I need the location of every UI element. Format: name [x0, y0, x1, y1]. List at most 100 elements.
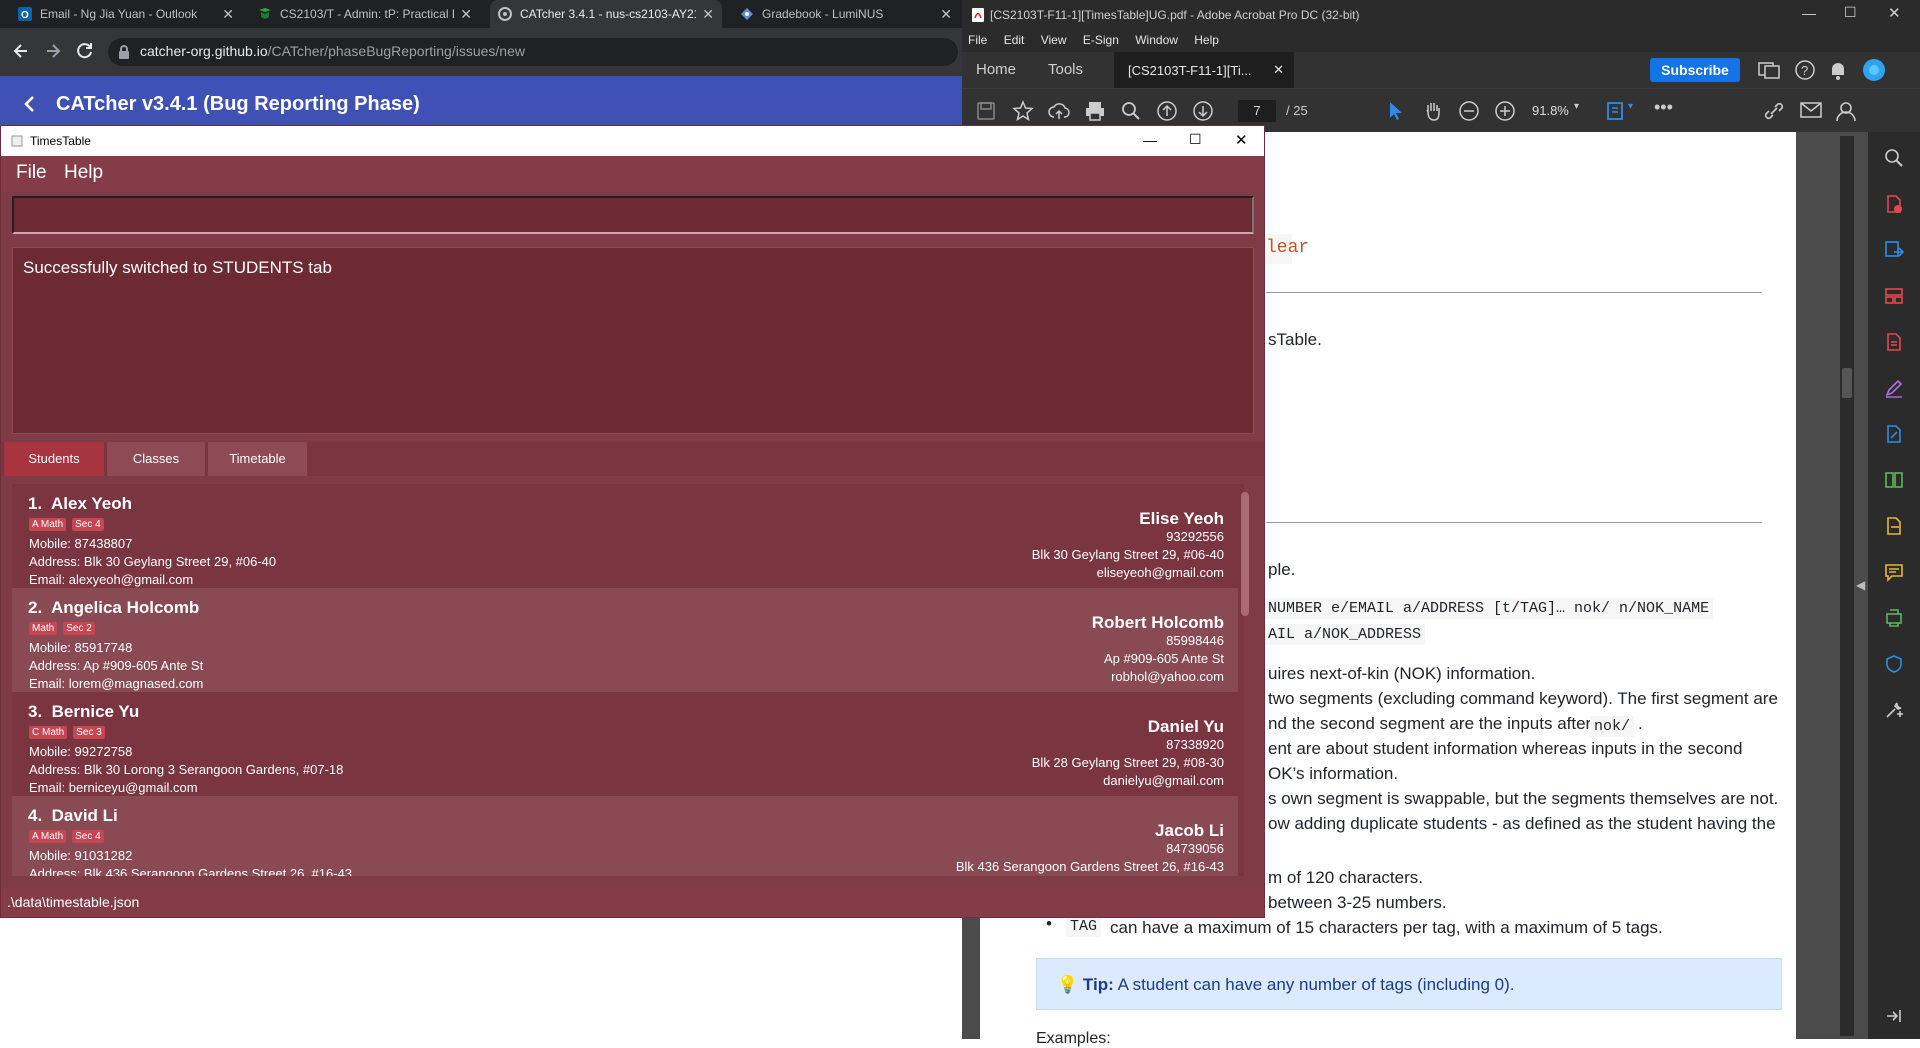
student-mobile: Mobile: 91031282	[29, 848, 133, 863]
request-signature-icon[interactable]	[1884, 424, 1904, 444]
export-pdf-icon[interactable]	[1884, 240, 1904, 260]
nok-address: Blk 28 Geylang Street 29, #08-30	[1031, 755, 1224, 770]
tab-classes[interactable]: Classes	[107, 442, 205, 476]
student-card[interactable]: 1. Alex Yeoh A Math Sec 4 Mobile: 8743880…	[12, 484, 1238, 588]
print-icon[interactable]	[1084, 100, 1106, 122]
more-options-icon[interactable]: •••	[1654, 97, 1673, 118]
zoom-in-icon[interactable]	[1494, 100, 1516, 122]
create-pdf-icon[interactable]	[1884, 194, 1904, 214]
maximize-icon[interactable]: ☐	[1189, 131, 1202, 148]
upload-cloud-icon[interactable]	[1048, 100, 1070, 122]
reload-icon[interactable]	[74, 40, 96, 62]
forward-arrow-icon[interactable]	[42, 40, 64, 62]
inline-code: nok/	[1590, 716, 1635, 737]
avatar-icon[interactable]	[1862, 58, 1886, 82]
luminus-icon	[741, 8, 753, 20]
student-list-scrollbar[interactable]	[1241, 492, 1249, 616]
back-chevron-icon[interactable]	[20, 94, 40, 114]
student-card[interactable]: 3. Bernice Yu C Math Sec 3 Mobile: 992727…	[12, 692, 1238, 796]
browser-tab-admin[interactable]: CS2103/T - Admin: tP: Practical E ✕	[250, 0, 480, 28]
scan-ocr-icon[interactable]	[1884, 516, 1904, 536]
compare-files-icon[interactable]	[1884, 470, 1904, 490]
menu-window[interactable]: Window	[1135, 33, 1178, 47]
select-cursor-icon[interactable]	[1386, 100, 1406, 122]
lock-icon[interactable]	[118, 45, 130, 59]
student-list[interactable]: 1. Alex Yeoh A Math Sec 4 Mobile: 8743880…	[12, 484, 1244, 876]
app-icon	[11, 135, 23, 147]
close-icon[interactable]: ✕	[1235, 131, 1248, 149]
nok-address: Ap #909-605 Ante St	[1104, 651, 1224, 666]
minimize-icon[interactable]: —	[1143, 132, 1157, 148]
close-icon[interactable]: ✕	[222, 6, 234, 23]
collapse-panel-icon[interactable]: ◀	[1856, 578, 1865, 592]
print-production-icon[interactable]	[1884, 608, 1904, 628]
close-icon[interactable]: ✕	[1273, 62, 1284, 78]
tip-text: A student can have any number of tags (i…	[1117, 975, 1515, 994]
back-arrow-icon[interactable]	[10, 40, 32, 62]
browser-tab-label: Email - Ng Jia Yuan - Outlook	[40, 7, 198, 21]
organize-pages-icon[interactable]	[1884, 286, 1904, 306]
more-tools-icon[interactable]	[1884, 700, 1904, 720]
command-input[interactable]	[12, 196, 1254, 234]
student-name: 4. David Li	[28, 806, 118, 825]
comment-icon[interactable]	[1884, 562, 1904, 582]
hand-icon[interactable]	[1422, 100, 1444, 122]
browser-tab-luminus[interactable]: Gradebook - LumiNUS ✕	[732, 0, 960, 28]
zoom-out-icon[interactable]	[1458, 100, 1480, 122]
tip-box: 💡 Tip: A student can have any number of …	[1036, 958, 1782, 1010]
close-icon[interactable]: ✕	[702, 6, 714, 23]
tag: A Math	[29, 518, 67, 531]
browser-tab-outlook[interactable]: O Email - Ng Jia Yuan - Outlook ✕	[10, 0, 242, 28]
menu-file[interactable]: File	[16, 162, 47, 184]
fit-page-icon[interactable]	[1604, 100, 1626, 122]
collapse-right-icon[interactable]	[1884, 1006, 1904, 1026]
catcher-header: CATcher v3.4.1 (Bug Reporting Phase)	[0, 76, 962, 132]
tab-students[interactable]: Students	[4, 442, 104, 476]
student-card[interactable]: 4. David Li A Math Sec 4 Mobile: 91031282…	[12, 796, 1238, 876]
tab-tools[interactable]: Tools	[1048, 61, 1083, 78]
chevron-down-icon[interactable]: ▾	[1574, 101, 1579, 112]
close-icon[interactable]: ✕	[940, 6, 952, 23]
zoom-level[interactable]: 91.8%	[1532, 103, 1569, 118]
bell-icon[interactable]	[1828, 59, 1848, 81]
tip-label: Tip:	[1082, 975, 1114, 994]
link-icon[interactable]	[1762, 100, 1786, 122]
tab-home[interactable]: Home	[976, 61, 1016, 78]
student-card[interactable]: 2. Angelica Holcomb Math Sec 2 Mobile: 85…	[12, 588, 1238, 692]
pdf-scroll-thumb[interactable]	[1842, 368, 1852, 398]
minimize-icon[interactable]: —	[1802, 5, 1816, 21]
divider	[1266, 522, 1762, 523]
tab-timetable[interactable]: Timetable	[208, 442, 307, 476]
close-icon[interactable]: ✕	[1888, 4, 1901, 22]
protect-shield-icon[interactable]	[1884, 654, 1904, 674]
search-icon[interactable]	[1120, 100, 1142, 122]
page-down-icon[interactable]	[1192, 100, 1214, 122]
pdf-scrollbar[interactable]	[1840, 136, 1854, 1036]
page-number-input[interactable]: 7	[1238, 100, 1276, 122]
maximize-icon[interactable]: ☐	[1844, 4, 1857, 21]
edit-pdf-icon[interactable]	[1884, 332, 1904, 352]
menu-file[interactable]: File	[968, 33, 987, 47]
menu-help[interactable]: Help	[1194, 33, 1219, 47]
fill-sign-icon[interactable]	[1884, 378, 1904, 398]
browser-tab-catcher[interactable]: CATcher 3.4.1 - nus-cs2103-AY21 ✕	[490, 0, 722, 28]
page-up-icon[interactable]	[1156, 100, 1178, 122]
star-icon[interactable]	[1012, 100, 1034, 122]
address-bar[interactable]: catcher-org.github.io/CATcher/phaseBugRe…	[108, 38, 958, 66]
menu-esign[interactable]: E-Sign	[1083, 33, 1119, 47]
share-screen-icon[interactable]	[1758, 60, 1780, 80]
nok-address: Blk 30 Geylang Street 29, #06-40	[1031, 547, 1224, 562]
menu-edit[interactable]: Edit	[1004, 33, 1025, 47]
save-icon[interactable]	[976, 101, 996, 121]
zoom-tool-icon[interactable]	[1884, 148, 1904, 168]
nok-phone: 85998446	[1166, 633, 1224, 648]
menu-help[interactable]: Help	[64, 162, 103, 184]
help-icon[interactable]: ?	[1794, 59, 1816, 81]
close-icon[interactable]: ✕	[460, 6, 472, 23]
menu-view[interactable]: View	[1041, 33, 1067, 47]
subscribe-button[interactable]: Subscribe	[1650, 58, 1740, 82]
tab-document[interactable]: [CS2103T-F11-1][Ti... ✕	[1114, 52, 1294, 88]
chevron-down-icon[interactable]: ▾	[1628, 101, 1633, 112]
account-icon[interactable]	[1834, 99, 1858, 123]
mail-icon[interactable]	[1800, 101, 1822, 119]
